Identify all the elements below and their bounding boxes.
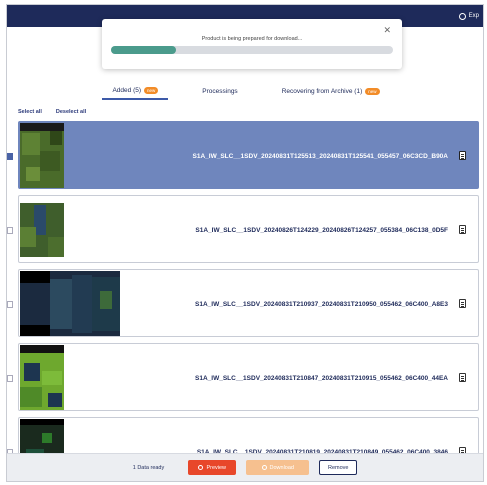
remove-button[interactable]: Remove <box>319 460 358 475</box>
toast-message: Product is being prepared for download..… <box>201 36 303 42</box>
new-badge: new <box>365 88 380 95</box>
data-ready-count: 1 Data ready <box>132 464 165 471</box>
globe-icon <box>458 12 466 20</box>
row-checkbox[interactable] <box>7 301 13 308</box>
deselect-all-link[interactable]: Deselect all <box>56 109 86 115</box>
select-all-link[interactable]: Select all <box>18 109 42 115</box>
preview-label: Preview <box>206 464 227 471</box>
preview-button[interactable]: Preview <box>188 460 237 475</box>
product-card[interactable]: S1A_IW_SLC__1SDV_20240831T125513_2024083… <box>18 121 479 189</box>
tab-added-label: Added (5) <box>112 87 142 94</box>
close-icon[interactable]: ✕ <box>383 25 391 36</box>
product-name: S1A_IW_SLC__1SDV_20240826T124229_2024082… <box>195 226 448 234</box>
product-thumbnail <box>20 123 64 188</box>
product-name: S1A_IW_SLC__1SDV_20240831T125513_2024083… <box>192 152 449 160</box>
action-bar: 1 Data ready Preview Download Remove <box>7 453 483 481</box>
progress-fill <box>111 46 176 54</box>
export-label: Exp <box>468 13 479 19</box>
details-icon[interactable] <box>459 299 466 308</box>
details-icon[interactable] <box>459 151 466 160</box>
product-card[interactable]: S1A_IW_SLC__1SDV_20240831T210937_2024083… <box>18 269 479 337</box>
product-thumbnail <box>20 345 64 410</box>
row-checkbox[interactable] <box>7 227 13 234</box>
product-name: S1A_IW_SLC__1SDV_20240831T210937_2024083… <box>195 300 448 308</box>
row-checkbox[interactable] <box>7 375 13 382</box>
download-button[interactable]: Download <box>246 460 310 475</box>
details-icon[interactable] <box>459 225 466 234</box>
app-window: Exp My Data Added (5) new Processings Re… <box>6 4 484 482</box>
tab-recovering-label: Recovering from Archive (1) <box>281 88 363 95</box>
new-badge: new <box>144 87 159 94</box>
tab-processings-label: Processings <box>202 88 238 95</box>
tab-added[interactable]: Added (5) new <box>102 83 169 100</box>
download-icon <box>261 465 267 470</box>
row-checkbox[interactable] <box>7 153 13 160</box>
tab-recovering[interactable]: Recovering from Archive (1) new <box>272 83 390 100</box>
product-card[interactable]: S1A_IW_SLC__1SDV_20240831T210847_2024083… <box>18 343 479 411</box>
download-toast: ✕ Product is being prepared for download… <box>102 19 402 69</box>
product-thumbnail <box>20 197 64 262</box>
progress-bar <box>111 46 393 54</box>
download-label: Download <box>269 464 294 471</box>
tab-processings[interactable]: Processings <box>192 83 247 100</box>
product-card[interactable]: S1A_IW_SLC__1SDV_20240826T124229_2024082… <box>18 195 479 263</box>
details-icon[interactable] <box>459 373 466 382</box>
selection-controls: Select all Deselect all <box>18 109 86 115</box>
remove-label: Remove <box>328 464 349 471</box>
product-name: S1A_IW_SLC__1SDV_20240831T210847_2024083… <box>195 374 448 382</box>
tab-bar: Added (5) new Processings Recovering fro… <box>7 83 483 100</box>
export-button[interactable]: Exp <box>458 9 483 23</box>
product-thumbnail <box>20 271 120 336</box>
eye-icon <box>198 465 204 470</box>
